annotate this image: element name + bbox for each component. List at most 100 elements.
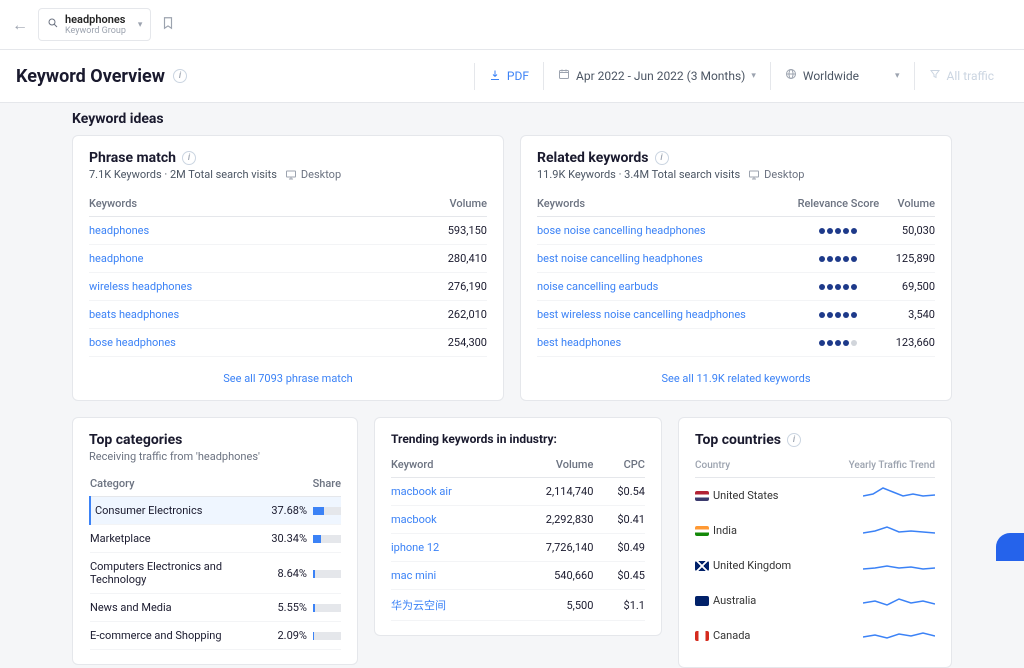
related-title: Related keywords <box>537 150 649 166</box>
keyword-link[interactable]: beats headphones <box>89 308 179 321</box>
share-bar <box>313 535 341 543</box>
see-all-related-link[interactable]: See all 11.9K related keywords <box>661 372 810 385</box>
trending-title: Trending keywords in industry: <box>391 432 645 446</box>
country-name: Canada <box>695 618 821 653</box>
category-name: Consumer Electronics <box>90 497 271 525</box>
country-row: India <box>695 513 935 548</box>
chevron-down-icon: ▾ <box>895 71 900 81</box>
keyword-link[interactable]: noise cancelling earbuds <box>537 280 658 293</box>
trending-table: Keyword Volume CPC macbook air2,114,740$… <box>391 452 645 621</box>
keyword-group-name: headphones <box>65 13 126 26</box>
keyword-link[interactable]: mac mini <box>391 569 436 582</box>
device-badge: Desktop <box>285 168 341 181</box>
keyword-link[interactable]: iphone 12 <box>391 541 439 554</box>
cpc-cell: $0.54 <box>593 478 645 506</box>
page-title: Keyword Overview i <box>16 66 187 87</box>
col-keywords: Keywords <box>89 191 377 217</box>
keyword-link[interactable]: macbook <box>391 513 437 526</box>
share-cell: 37.68% <box>271 497 307 525</box>
flag-icon <box>695 491 709 501</box>
share-bar <box>313 570 341 578</box>
table-row: noise cancelling earbuds69,500 <box>537 273 935 301</box>
keyword-link[interactable]: best headphones <box>537 336 621 349</box>
keyword-link[interactable]: macbook air <box>391 485 452 498</box>
keyword-link[interactable]: headphones <box>89 224 149 237</box>
relevance-dots <box>819 228 857 234</box>
share-bar <box>313 632 341 640</box>
keyword-link[interactable]: bose headphones <box>89 336 176 349</box>
see-all-phrase-link[interactable]: See all 7093 phrase match <box>223 372 352 385</box>
phrase-match-stats: 7.1K Keywords · 2M Total search visits <box>89 168 277 181</box>
chevron-down-icon: ▾ <box>138 20 143 30</box>
download-icon <box>489 69 501 84</box>
country-row: Canada <box>695 618 935 653</box>
category-row[interactable]: Computers Electronics and Technology8.64… <box>90 553 341 594</box>
globe-icon <box>785 68 797 84</box>
relevance-dots <box>819 284 857 290</box>
device-badge: Desktop <box>748 168 804 181</box>
info-icon[interactable]: i <box>787 433 801 447</box>
top-countries-title: Top countries <box>695 432 781 448</box>
category-row[interactable]: News and Media5.55% <box>90 594 341 622</box>
country-name: United States <box>695 478 821 514</box>
table-row: headphones593,150 <box>89 217 487 245</box>
top-categories-card: Top categories Receiving traffic from 'h… <box>72 417 358 665</box>
sparkline <box>863 624 935 644</box>
flag-icon <box>695 631 709 641</box>
table-row: headphone280,410 <box>89 245 487 273</box>
volume-cell: 125,890 <box>888 245 935 273</box>
col-country: Country <box>695 454 821 478</box>
cpc-cell: $1.1 <box>593 590 645 621</box>
volume-cell: 2,292,830 <box>505 506 594 534</box>
share-cell: 30.34% <box>271 525 307 553</box>
col-share: Share <box>271 471 341 497</box>
top-countries-card: Top countries i Country Yearly Traffic T… <box>678 417 952 668</box>
calendar-icon <box>558 68 570 84</box>
desktop-icon <box>285 168 297 181</box>
sparkline <box>863 589 935 609</box>
main-content: Keyword ideas Phrase match i 7.1K Keywor… <box>0 103 1024 668</box>
keyword-link[interactable]: best wireless noise cancelling headphone… <box>537 308 746 321</box>
volume-cell: 7,726,140 <box>505 534 594 562</box>
export-pdf-button[interactable]: PDF <box>474 63 543 90</box>
share-cell: 5.55% <box>271 594 307 622</box>
category-row[interactable]: Consumer Electronics37.68% <box>90 497 341 525</box>
header-controls: PDF Apr 2022 - Jun 2022 (3 Months) ▾ Wor… <box>474 62 1008 90</box>
date-range-selector[interactable]: Apr 2022 - Jun 2022 (3 Months) ▾ <box>543 62 770 90</box>
help-fab[interactable] <box>996 533 1024 561</box>
volume-cell: 5,500 <box>505 590 594 621</box>
keyword-link[interactable]: bose noise cancelling headphones <box>537 224 706 237</box>
volume-cell: 254,300 <box>377 329 487 357</box>
country-name: United Kingdom <box>695 548 821 583</box>
keyword-link[interactable]: headphone <box>89 252 144 265</box>
phrase-match-title: Phrase match <box>89 150 176 166</box>
col-cpc: CPC <box>593 452 645 478</box>
col-volume: Volume <box>377 191 487 217</box>
info-icon[interactable]: i <box>173 69 187 83</box>
keyword-link[interactable]: wireless headphones <box>89 280 192 293</box>
keyword-group-pill[interactable]: headphones Keyword Group ▾ <box>38 8 151 41</box>
keyword-ideas-row: Phrase match i 7.1K Keywords · 2M Total … <box>72 135 952 401</box>
category-row[interactable]: Marketplace30.34% <box>90 525 341 553</box>
flag-icon <box>695 596 709 606</box>
country-name: India <box>695 513 821 548</box>
share-bar <box>313 507 341 515</box>
bookmark-icon[interactable] <box>161 16 175 34</box>
keyword-link[interactable]: best noise cancelling headphones <box>537 252 703 265</box>
category-row[interactable]: E-commerce and Shopping2.09% <box>90 622 341 650</box>
desktop-icon <box>748 168 760 181</box>
table-row: bose noise cancelling headphones 50,030 <box>537 217 935 245</box>
page-header: Keyword Overview i PDF Apr 2022 - Jun 20… <box>0 50 1024 103</box>
info-icon[interactable]: i <box>655 151 669 165</box>
table-row: wireless headphones276,190 <box>89 273 487 301</box>
table-row: mac mini540,660$0.45 <box>391 562 645 590</box>
volume-cell: 123,660 <box>888 329 935 357</box>
back-button[interactable]: ← <box>12 15 28 35</box>
table-row: 华为云空间 5,500$1.1 <box>391 590 645 621</box>
phrase-match-table: Keywords Volume headphones593,150headpho… <box>89 191 487 357</box>
relevance-dots <box>819 312 857 318</box>
volume-cell: 50,030 <box>888 217 935 245</box>
keyword-link[interactable]: 华为云空间 <box>391 599 446 612</box>
info-icon[interactable]: i <box>182 151 196 165</box>
geo-selector[interactable]: Worldwide ▾ <box>770 62 914 90</box>
